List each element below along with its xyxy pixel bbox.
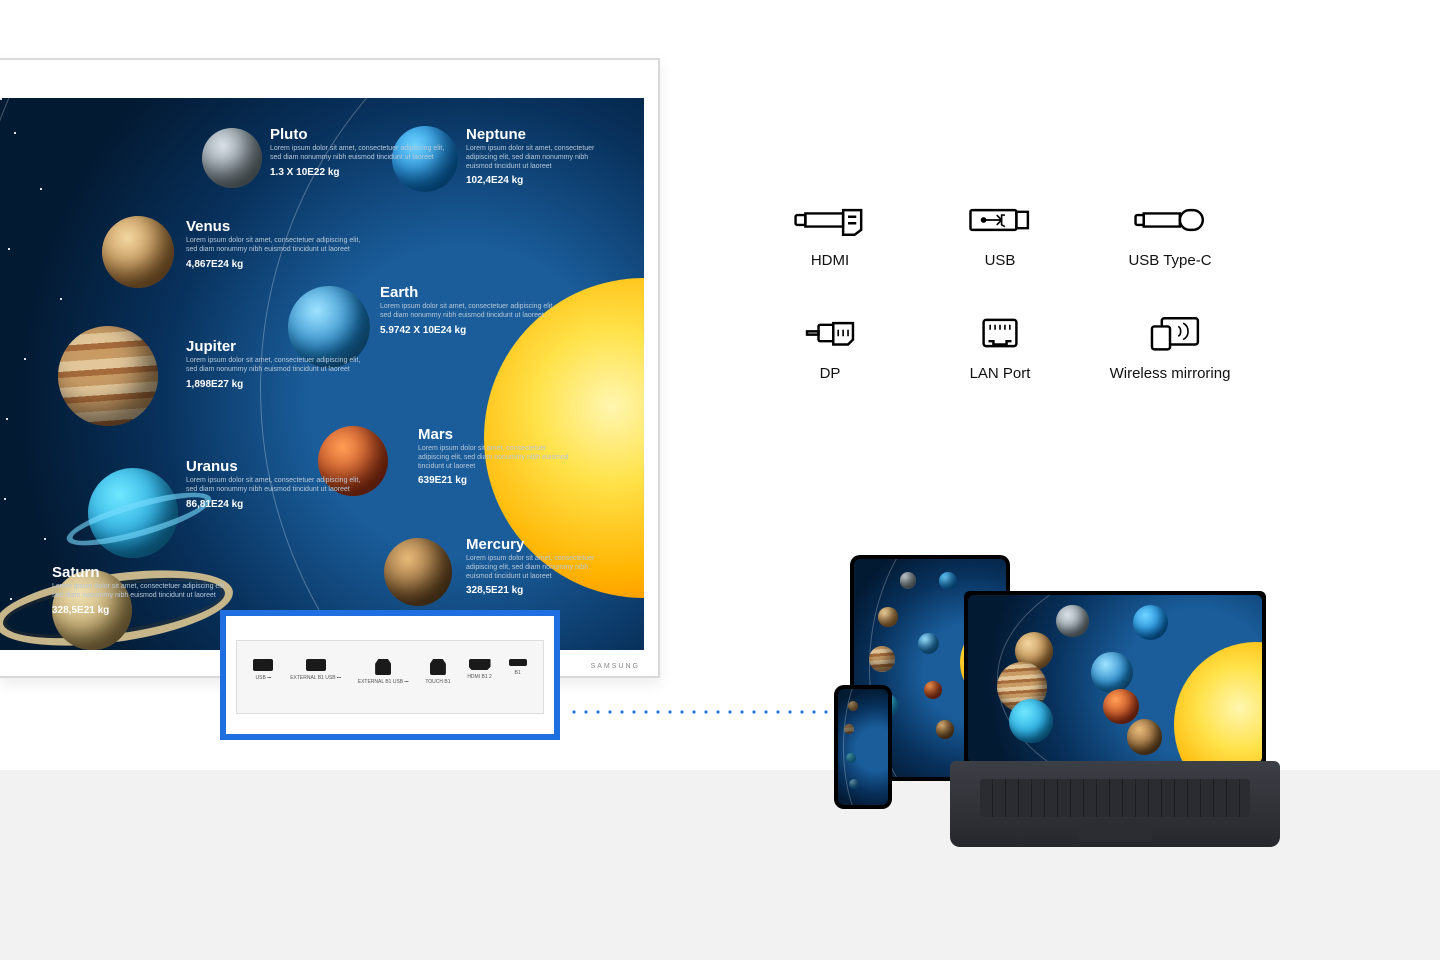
planet-desc: Lorem ipsum dolor sit amet, consectetuer… — [186, 477, 366, 495]
planet-name: Venus — [186, 218, 366, 235]
planet-desc: Lorem ipsum dolor sit amet, consectetuer… — [52, 583, 232, 601]
planet-entry-earth: Earth Lorem ipsum dolor sit amet, consec… — [380, 284, 560, 336]
usb-a-icon — [306, 659, 326, 671]
usb-b-icon — [430, 659, 446, 675]
port-label: HDMI B1 2 — [467, 674, 491, 680]
planet-name: Mars — [418, 426, 578, 443]
laptop-trackpad — [1078, 821, 1152, 841]
port-label: USB ⎓ — [256, 675, 272, 681]
connectivity-label: Wireless mirroring — [1110, 365, 1231, 382]
brand-label: SAMSUNG — [591, 663, 640, 670]
planet-name: Neptune — [466, 126, 616, 143]
planet-mass: 328,5E21 kg — [52, 605, 232, 616]
laptop-device — [950, 591, 1280, 847]
planet-mass: 4,867E24 kg — [186, 259, 366, 270]
planet-desc: Lorem ipsum dolor sit amet, consectetuer… — [186, 237, 366, 255]
display-screen-content: Pluto Lorem ipsum dolor sit amet, consec… — [0, 98, 644, 650]
planet-entry-saturn: Saturn Lorem ipsum dolor sit amet, conse… — [52, 564, 232, 616]
connectivity-label: HDMI — [811, 252, 849, 269]
planet-mass: 102,4E24 kg — [466, 175, 616, 186]
connection-dotted-line — [568, 710, 868, 714]
usb-a-icon — [253, 659, 273, 671]
planet-mass: 639E21 kg — [418, 475, 578, 486]
port-label: EXTERNAL B1 USB ⎓ — [290, 675, 341, 681]
planet-mass: 1.3 X 10E22 kg — [270, 167, 450, 178]
hdmi-icon — [469, 659, 491, 670]
planet-entry-mercury: Mercury Lorem ipsum dolor sit amet, cons… — [466, 536, 616, 596]
planet-uranus-illustration — [88, 468, 178, 558]
laptop-screen-content — [968, 595, 1262, 763]
port-usb: USB ⎓ — [253, 659, 273, 681]
port-label: TOUCH B1 — [425, 679, 450, 685]
connectivity-dp: DP — [760, 313, 900, 382]
port-usbc: B1 — [509, 659, 527, 676]
port-external-usb-2: EXTERNAL B1 USB ⎓ — [358, 659, 409, 685]
connectivity-options: HDMI USB USB Type-C DP LAN Port Wireless… — [760, 200, 1240, 382]
port-label: B1 — [515, 670, 521, 676]
phone-device — [834, 685, 892, 809]
planet-desc: Lorem ipsum dolor sit amet, consectetuer… — [466, 145, 616, 171]
connectivity-wireless-mirroring: Wireless mirroring — [1100, 313, 1240, 382]
planet-entry-pluto: Pluto Lorem ipsum dolor sit amet, consec… — [270, 126, 450, 178]
port-label: EXTERNAL B1 USB ⎓ — [358, 679, 409, 685]
ports-panel: USB ⎓ EXTERNAL B1 USB ⎓ EXTERNAL B1 USB … — [236, 640, 544, 714]
planet-mass: 328,5E21 kg — [466, 585, 616, 596]
laptop-screen — [964, 591, 1266, 767]
phone-screen-content — [838, 689, 888, 805]
hdmi-icon — [789, 200, 871, 240]
planet-entry-neptune: Neptune Lorem ipsum dolor sit amet, cons… — [466, 126, 616, 186]
connectivity-label: USB — [985, 252, 1016, 269]
port-touch: TOUCH B1 — [425, 659, 450, 685]
connectivity-label: USB Type-C — [1128, 252, 1211, 269]
laptop-base — [950, 761, 1280, 847]
mirrored-devices — [830, 555, 1280, 875]
port-hdmi: HDMI B1 2 — [467, 659, 491, 680]
connectivity-lan: LAN Port — [930, 313, 1070, 382]
interactive-display-device: Pluto Lorem ipsum dolor sit amet, consec… — [0, 58, 660, 678]
usb-c-icon — [509, 659, 527, 666]
laptop-keyboard — [980, 779, 1250, 817]
displayport-icon — [789, 313, 871, 353]
planet-desc: Lorem ipsum dolor sit amet, consectetuer… — [418, 445, 578, 471]
lan-port-icon — [959, 313, 1041, 353]
planet-entry-venus: Venus Lorem ipsum dolor sit amet, consec… — [186, 218, 366, 270]
connectivity-hdmi: HDMI — [760, 200, 900, 269]
product-marketing-image: Pluto Lorem ipsum dolor sit amet, consec… — [0, 0, 1440, 960]
usb-icon — [959, 200, 1041, 240]
planet-name: Earth — [380, 284, 560, 301]
planet-venus-illustration — [102, 216, 174, 288]
port-external-usb-1: EXTERNAL B1 USB ⎓ — [290, 659, 341, 681]
planet-desc: Lorem ipsum dolor sit amet, consectetuer… — [186, 357, 366, 375]
ports-panel-callout: USB ⎓ EXTERNAL B1 USB ⎓ EXTERNAL B1 USB … — [220, 610, 560, 740]
connectivity-usb-c: USB Type-C — [1100, 200, 1240, 269]
planet-name: Mercury — [466, 536, 616, 553]
usb-b-icon — [375, 659, 391, 675]
connectivity-label: LAN Port — [970, 365, 1031, 382]
planet-entry-uranus: Uranus Lorem ipsum dolor sit amet, conse… — [186, 458, 366, 510]
planet-desc: Lorem ipsum dolor sit amet, consectetuer… — [270, 145, 450, 163]
planet-mercury-illustration — [384, 538, 452, 606]
planet-name: Uranus — [186, 458, 366, 475]
wireless-mirroring-icon — [1129, 313, 1211, 353]
planet-mass: 5.9742 X 10E24 kg — [380, 325, 560, 336]
planet-name: Jupiter — [186, 338, 366, 355]
planet-entry-mars: Mars Lorem ipsum dolor sit amet, consect… — [418, 426, 578, 486]
planet-entry-jupiter: Jupiter Lorem ipsum dolor sit amet, cons… — [186, 338, 366, 390]
planet-desc: Lorem ipsum dolor sit amet, consectetuer… — [466, 555, 616, 581]
usb-c-icon — [1129, 200, 1211, 240]
planet-mass: 86,81E24 kg — [186, 499, 366, 510]
planet-pluto-illustration — [202, 128, 262, 188]
connectivity-usb: USB — [930, 200, 1070, 269]
planet-name: Pluto — [270, 126, 450, 143]
planet-mass: 1,898E27 kg — [186, 379, 366, 390]
planet-jupiter-illustration — [58, 326, 158, 426]
planet-name: Saturn — [52, 564, 232, 581]
planet-desc: Lorem ipsum dolor sit amet, consectetuer… — [380, 303, 560, 321]
connectivity-label: DP — [820, 365, 841, 382]
